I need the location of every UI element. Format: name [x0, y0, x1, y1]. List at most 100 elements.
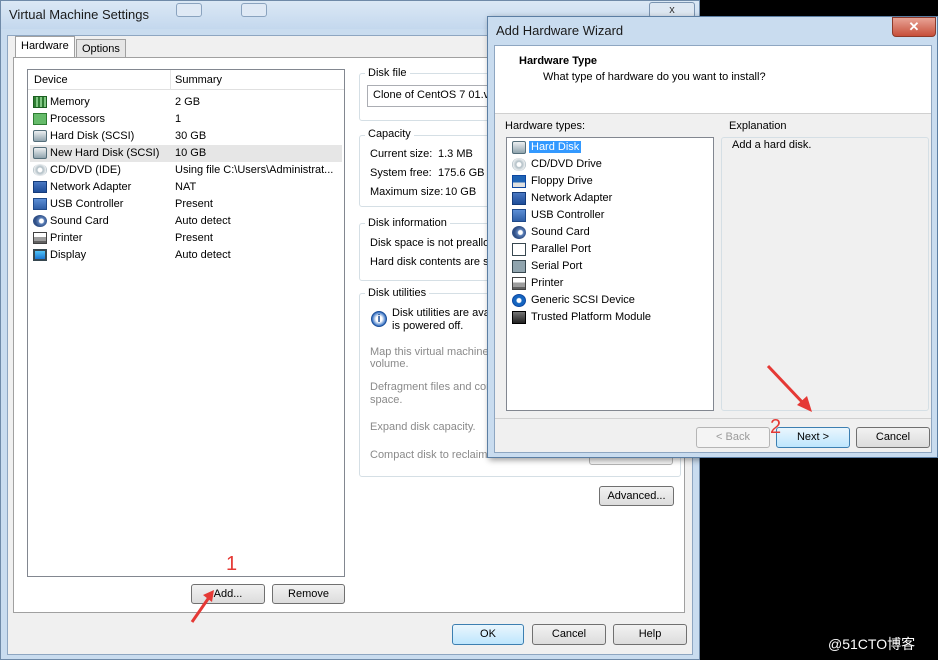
hardware-item-label: Generic SCSI Device	[531, 294, 635, 306]
device-name: CD/DVD (IDE)	[50, 164, 121, 176]
hardware-item-label: Hard Disk	[527, 140, 583, 154]
hardware-item-label: Parallel Port	[531, 243, 591, 255]
annotation-arrow-1	[190, 590, 214, 623]
map-description-line-2: volume.	[370, 358, 409, 370]
disk-info-line-2: Hard disk contents are st	[370, 256, 492, 268]
wizard-title: Add Hardware Wizard	[496, 23, 624, 38]
device-name: Printer	[50, 232, 83, 244]
remove-button[interactable]: Remove	[272, 584, 345, 604]
device-summary: Present	[175, 198, 213, 210]
back-button[interactable]: < Back	[696, 427, 770, 448]
compact-description: Compact disk to reclaim u	[370, 449, 497, 461]
device-summary: 30 GB	[175, 130, 207, 142]
advanced-button[interactable]: Advanced...	[599, 486, 674, 506]
wizard-body: Hardware Type What type of hardware do y…	[494, 45, 932, 453]
device-name: USB Controller	[50, 198, 124, 210]
device-summary: 2 GB	[175, 96, 201, 108]
hardware-item-label: Floppy Drive	[531, 175, 593, 187]
disk-file-field[interactable]: Clone of CentOS 7 01.v	[367, 85, 507, 107]
column-header-device[interactable]: Device	[34, 74, 68, 86]
disk-information-label: Disk information	[365, 217, 450, 229]
expand-description: Expand disk capacity.	[370, 421, 476, 433]
floppy-icon	[512, 175, 526, 188]
device-row-network-adapter[interactable]: Network Adapter NAT	[30, 179, 342, 196]
disk-utilities-label: Disk utilities	[365, 287, 430, 299]
device-name: Memory	[50, 96, 90, 108]
wizard-header: Hardware Type What type of hardware do y…	[495, 46, 931, 114]
hardware-item-label: Network Adapter	[531, 192, 613, 204]
system-free-label: System free:	[370, 167, 432, 179]
device-name: Hard Disk (SCSI)	[50, 130, 135, 142]
ok-button[interactable]: OK	[452, 624, 524, 645]
defragment-description-line-2: space.	[370, 394, 403, 406]
processor-icon	[33, 113, 47, 125]
help-button[interactable]: Help	[613, 624, 687, 645]
wizard-subheading: What type of hardware do you want to ins…	[543, 71, 766, 83]
device-name: New Hard Disk (SCSI)	[50, 147, 160, 159]
window-title: Virtual Machine Settings	[9, 7, 149, 22]
cd-dvd-icon	[33, 164, 47, 176]
device-row-hard-disk[interactable]: Hard Disk (SCSI) 30 GB	[30, 128, 342, 145]
usb-icon	[33, 198, 47, 210]
add-hardware-wizard: Add Hardware Wizard ✕ Hardware Type What…	[487, 16, 938, 458]
info-icon: i	[371, 311, 387, 327]
tpm-icon	[512, 311, 526, 324]
device-summary: Auto detect	[175, 215, 231, 227]
cd-dvd-icon	[512, 158, 526, 171]
hardware-item-label: Serial Port	[531, 260, 583, 272]
device-summary: Auto detect	[175, 249, 231, 261]
disk-info-line-1: Disk space is not preallocat	[370, 237, 504, 249]
disk-utilities-info-line-2: is powered off.	[392, 320, 464, 332]
device-row-processors[interactable]: Processors 1	[30, 111, 342, 128]
tab-options[interactable]: Options	[76, 39, 126, 59]
device-name: Processors	[50, 113, 106, 125]
hardware-item-label: Sound Card	[531, 226, 590, 238]
device-row-usb-controller[interactable]: USB Controller Present	[30, 196, 342, 213]
maximum-size-value: 10 GB	[445, 186, 477, 198]
annotation-marker-1: 1	[226, 553, 238, 575]
device-row-sound-card[interactable]: Sound Card Auto detect	[30, 213, 342, 230]
device-summary: Using file C:\Users\Administrat...	[175, 164, 334, 176]
hardware-item-label: USB Controller	[531, 209, 605, 221]
hard-disk-icon	[512, 141, 526, 154]
device-name: Display	[50, 249, 87, 261]
printer-icon	[512, 277, 526, 290]
device-summary: 1	[175, 113, 182, 125]
cancel-button[interactable]: Cancel	[532, 624, 606, 645]
column-divider	[170, 70, 171, 90]
map-description-line-1: Map this virtual machine	[370, 346, 489, 358]
scsi-icon	[512, 294, 526, 307]
device-row-memory[interactable]: Memory 2 GB	[30, 94, 342, 111]
annotation-marker-2: 2	[770, 416, 782, 438]
device-name: Network Adapter	[50, 181, 132, 193]
tab-hardware[interactable]: Hardware	[15, 36, 75, 58]
maximum-size-label: Maximum size:	[370, 186, 444, 198]
device-summary: Present	[175, 232, 213, 244]
device-row-display[interactable]: Display Auto detect	[30, 247, 342, 264]
current-size-label: Current size:	[370, 148, 433, 160]
device-row-printer[interactable]: Printer Present	[30, 230, 342, 247]
hard-disk-icon	[33, 130, 47, 142]
disk-utilities-info-line-1: Disk utilities are avai	[392, 307, 493, 319]
sound-card-icon	[512, 226, 526, 239]
printer-icon	[33, 232, 47, 244]
device-row-cd-dvd[interactable]: CD/DVD (IDE) Using file C:\Users\Adminis…	[30, 162, 342, 179]
column-header-summary[interactable]: Summary	[175, 74, 222, 86]
memory-icon	[33, 96, 47, 108]
defragment-description-line-1: Defragment files and con	[370, 381, 493, 393]
hardware-item-label: CD/DVD Drive	[531, 158, 602, 170]
next-button[interactable]: Next >	[776, 427, 850, 448]
explanation-label: Explanation	[727, 120, 789, 132]
device-row-new-hard-disk[interactable]: New Hard Disk (SCSI) 10 GB	[30, 145, 342, 162]
wizard-close-button[interactable]: ✕	[892, 17, 936, 37]
device-summary: NAT	[175, 181, 197, 193]
wizard-cancel-button[interactable]: Cancel	[856, 427, 930, 448]
device-list[interactable]: Device Summary Memory 2 GB Processors 1 …	[27, 69, 345, 577]
hardware-types-label: Hardware types:	[505, 120, 586, 132]
device-summary: 10 GB	[175, 147, 207, 159]
explanation-text: Add a hard disk.	[732, 139, 812, 151]
system-free-value: 175.6 GB	[438, 167, 485, 179]
titlebar-ghost-button	[241, 3, 267, 17]
device-list-header: Device Summary	[28, 70, 344, 90]
hardware-types-list[interactable]: Hard Disk CD/DVD Drive Floppy Drive Netw…	[506, 137, 714, 411]
